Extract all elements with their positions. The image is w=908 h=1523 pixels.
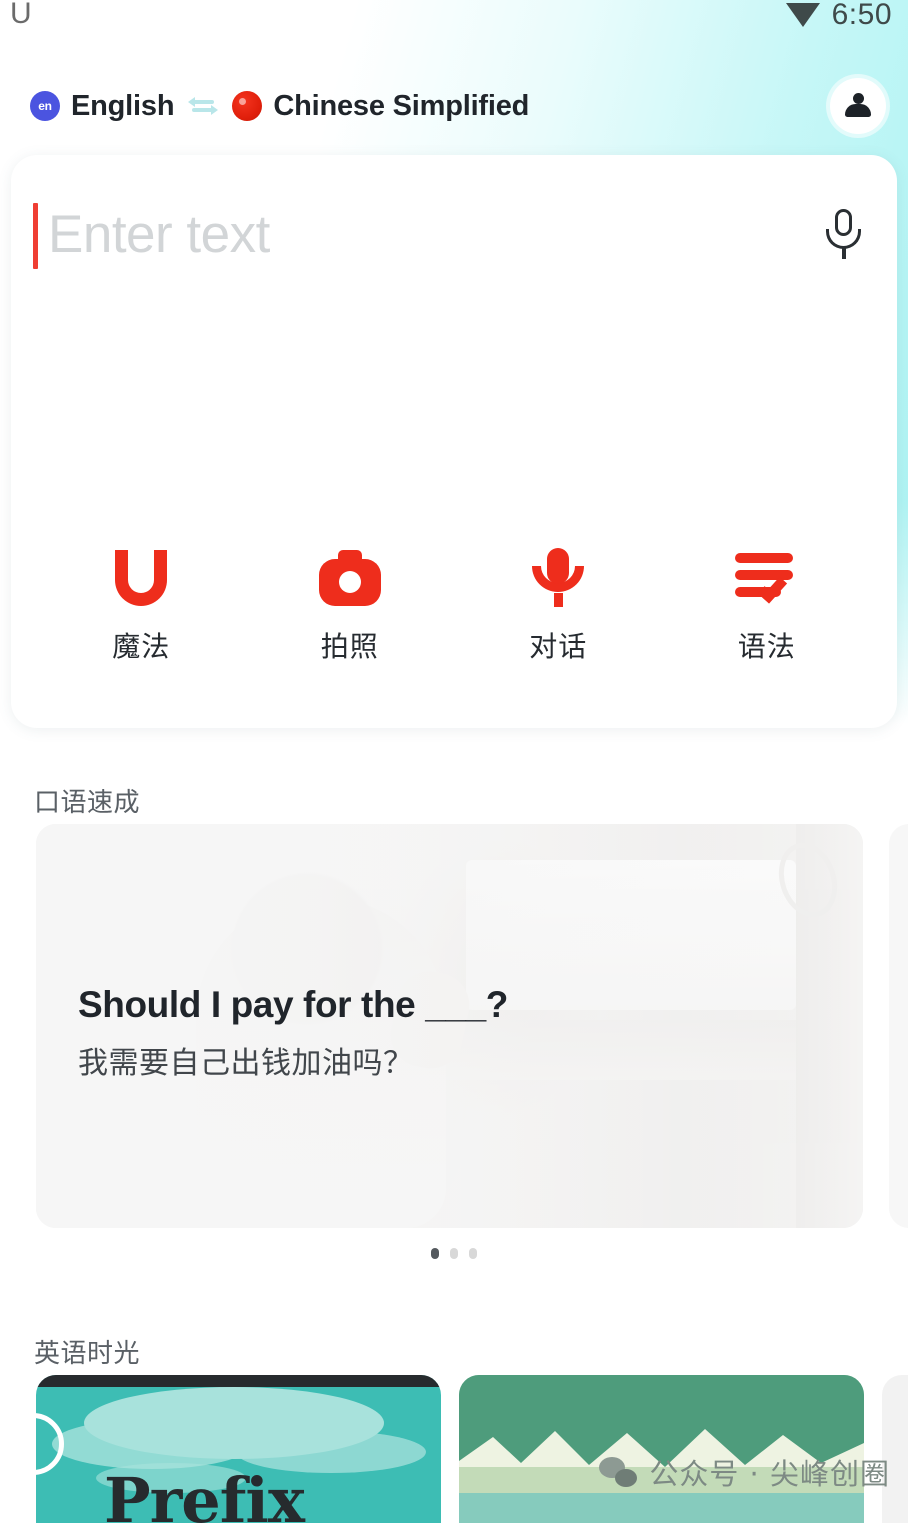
english-time-section-title: 英语时光 [34, 1339, 141, 1369]
action-photo[interactable]: 拍照 [275, 545, 425, 665]
source-language-label: English [71, 89, 175, 122]
language-header: en English Chinese Simplified [0, 78, 908, 134]
account-avatar-button[interactable] [830, 78, 886, 134]
app-screen: U 6:50 en English Chinese Simplified Ent… [0, 0, 908, 1523]
status-left-glyph: U [10, 0, 32, 30]
voice-input-microphone-icon[interactable] [817, 207, 871, 267]
magic-magnet-icon [101, 545, 181, 611]
swap-arrow-left [188, 97, 196, 107]
grammar-line-2 [734, 570, 793, 580]
carousel-dot-2[interactable] [450, 1248, 458, 1259]
source-language-flag-icon: en [30, 91, 60, 121]
carousel-slide-next-peek[interactable] [889, 824, 908, 1228]
spoken-section-title: 口语速成 [34, 788, 141, 818]
status-bar-left: U [10, 0, 32, 36]
status-time: 6:50 [831, 0, 892, 31]
wechat-bubble-small [615, 1469, 638, 1487]
spoken-carousel[interactable]: Should I pay for the ___? 我需要自己出钱加油吗？ [0, 824, 908, 1228]
microphone-shape [529, 548, 587, 608]
action-conversation-label: 对话 [529, 630, 588, 663]
source-language-chip[interactable]: en English [30, 89, 175, 123]
grammar-line-1 [734, 553, 793, 563]
english-time-card-row: Prefix 公众号 · 尖峰创圈 [0, 1375, 908, 1523]
microphone-icon [518, 545, 598, 611]
wechat-watermark: 公众号 · 尖峰创圈 [599, 1451, 890, 1493]
text-input-placeholder: Enter text [48, 205, 270, 264]
action-photo-label: 拍照 [320, 630, 379, 663]
swap-arrow-right [211, 105, 219, 115]
text-cursor [33, 203, 38, 269]
english-time-card-next-peek[interactable] [882, 1375, 908, 1523]
person-icon-head [853, 93, 864, 104]
watermark-text: 公众号 · 尖峰创圈 [649, 1457, 890, 1491]
camera-icon [310, 545, 390, 611]
action-conversation[interactable]: 对话 [483, 545, 633, 665]
slide-english-phrase: Should I pay for the ___? [78, 984, 508, 1025]
translation-input-card: Enter text 魔法 拍照 对话 语法 [11, 155, 897, 728]
action-magic[interactable]: 魔法 [66, 545, 216, 665]
magic-magnet-shape [115, 550, 168, 606]
mic-arc [826, 229, 861, 249]
mic-capsule-shape [547, 548, 570, 584]
prefix-cloud-2 [52, 1419, 252, 1469]
status-bar-right: 6:50 [785, 0, 892, 32]
action-magic-label: 魔法 [112, 630, 171, 663]
swap-languages-icon[interactable] [188, 94, 219, 118]
language-pair: en English Chinese Simplified [30, 90, 830, 123]
slide-text-block: Should I pay for the ___? 我需要自己出钱加油吗？ [78, 984, 508, 1082]
prefix-card-title: Prefix [104, 1464, 305, 1523]
status-bar: U 6:50 [0, 0, 908, 44]
grammar-shape [734, 551, 799, 605]
carousel-slide[interactable]: Should I pay for the ___? 我需要自己出钱加油吗？ [36, 824, 863, 1228]
camera-lens [338, 571, 361, 593]
carousel-dot-3[interactable] [469, 1248, 477, 1259]
action-grammar-label: 语法 [737, 630, 796, 663]
prefix-card-top-bar [36, 1375, 441, 1387]
person-icon [844, 93, 872, 119]
mic-stem-shape [554, 593, 564, 607]
target-language-flag-icon [232, 91, 263, 121]
english-time-card-prefix[interactable]: Prefix [36, 1375, 441, 1523]
mountain-card-water [459, 1493, 864, 1523]
carousel-page-dots [0, 1248, 908, 1259]
quick-actions-row: 魔法 拍照 对话 语法 [11, 545, 897, 665]
wechat-icon [599, 1457, 638, 1487]
english-time-card-mountain[interactable] [459, 1375, 864, 1523]
target-language-chip[interactable]: Chinese Simplified [232, 90, 529, 123]
target-language-label: Chinese Simplified [273, 89, 530, 122]
camera-shape [318, 550, 381, 606]
carousel-dot-1[interactable] [431, 1248, 439, 1259]
peek-card-background [882, 1375, 908, 1523]
slide-chinese-phrase: 我需要自己出钱加油吗？ [78, 1046, 414, 1081]
person-icon-body [845, 104, 871, 117]
mic-stem [842, 248, 846, 259]
grammar-check-icon [727, 545, 807, 611]
action-grammar[interactable]: 语法 [692, 545, 842, 665]
text-input-area[interactable]: Enter text [11, 199, 897, 319]
wifi-triangle-icon [785, 3, 820, 27]
